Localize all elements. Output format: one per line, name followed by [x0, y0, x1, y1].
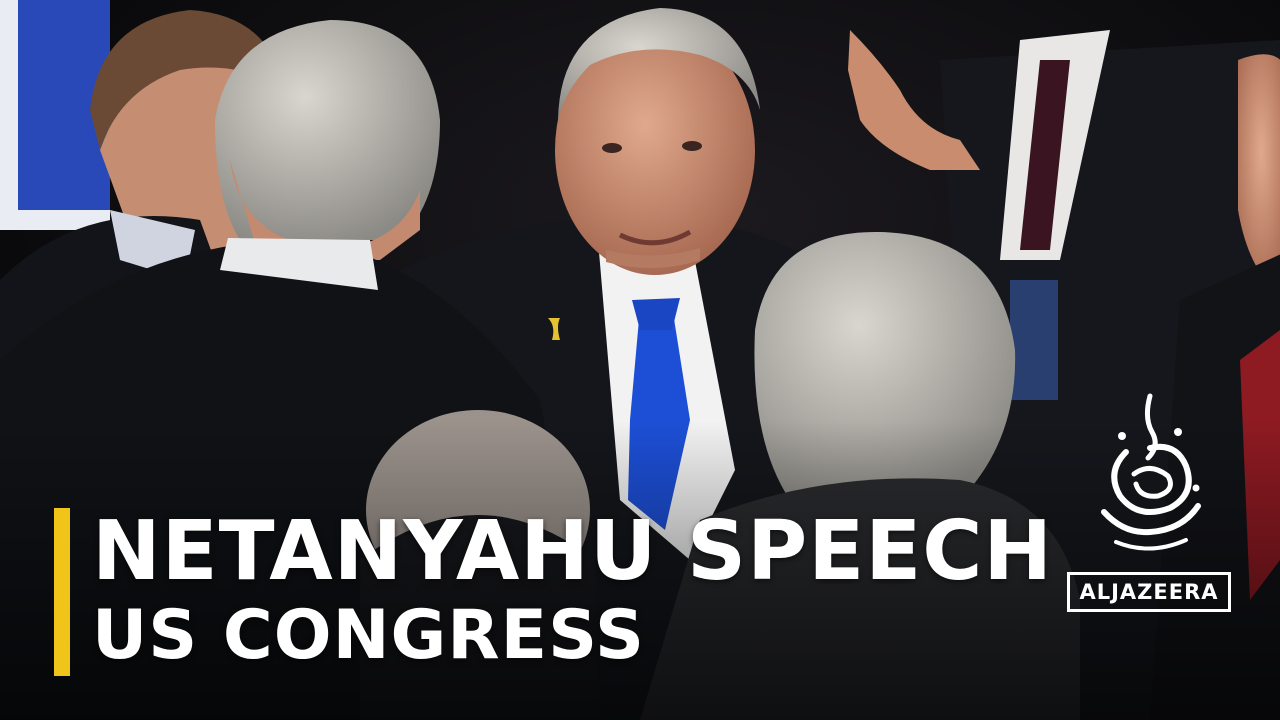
headline-title: NETANYAHU SPEECH	[92, 504, 1054, 599]
al-jazeera-calligraphy-logo-icon	[1101, 393, 1201, 551]
headline: NETANYAHU SPEECH US CONGRESS	[92, 506, 1072, 674]
thumbnail-frame: NETANYAHU SPEECH US CONGRESS ALJAZEERA	[0, 0, 1280, 720]
headline-accent-bar	[54, 508, 70, 676]
channel-logo: ALJAZEERA	[1064, 392, 1236, 628]
headline-subtitle: US CONGRESS	[92, 596, 646, 675]
channel-wordmark: ALJAZEERA	[1067, 572, 1231, 612]
